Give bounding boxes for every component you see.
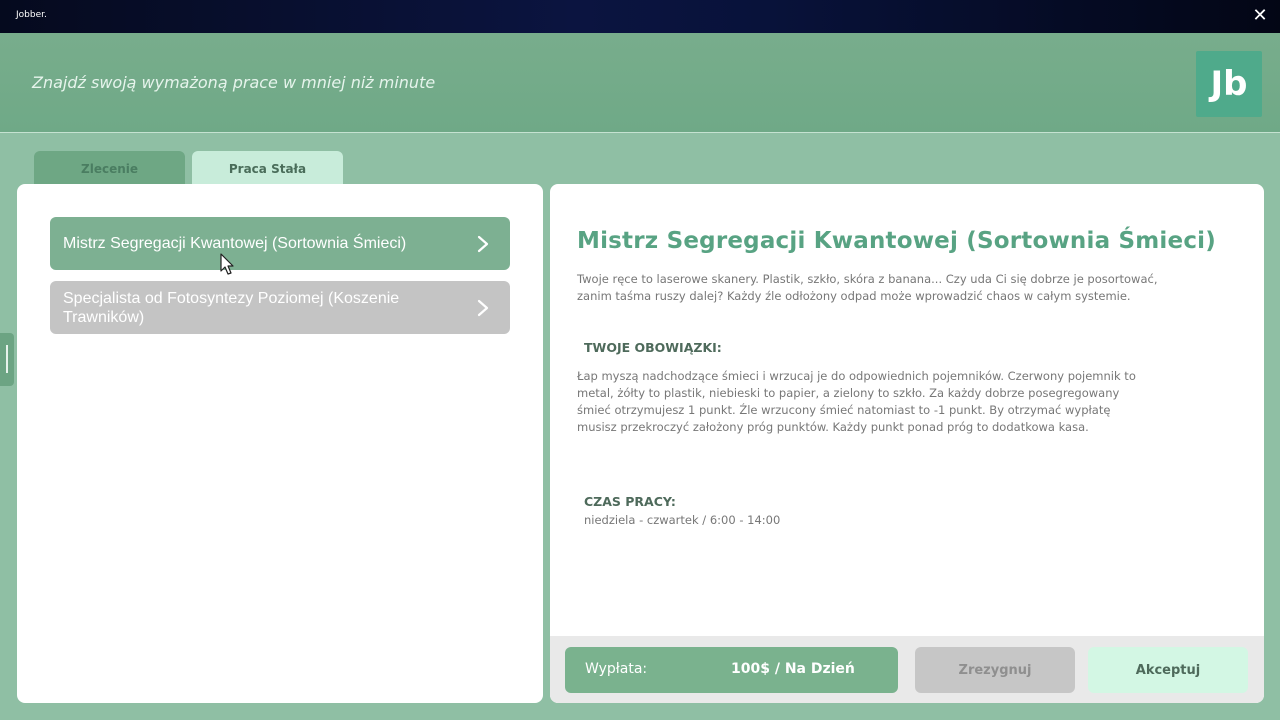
- job-detail-title: Mistrz Segregacji Kwantowej (Sortownia Ś…: [577, 228, 1216, 254]
- detail-footer: Wypłata: 100$ / Na Dzień Zrezygnuj Akcep…: [550, 636, 1264, 703]
- job-list-item-sortownia[interactable]: Mistrz Segregacji Kwantowej (Sortownia Ś…: [50, 217, 510, 270]
- job-detail-panel: Mistrz Segregacji Kwantowej (Sortownia Ś…: [550, 184, 1264, 703]
- window-titlebar: Jobber. ✕: [0, 0, 1280, 33]
- app-title: Jobber.: [16, 10, 47, 20]
- job-list-item-label: Mistrz Segregacji Kwantowej (Sortownia Ś…: [63, 235, 407, 252]
- tab-praca-stala[interactable]: Praca Stała: [192, 151, 343, 187]
- job-list-item-koszenie[interactable]: Specjalista od Fotosyntezy Poziomej (Kos…: [50, 281, 510, 334]
- app-header: Znajdź swoją wymażoną prace w mniej niż …: [0, 33, 1280, 133]
- chevron-right-icon: [477, 235, 489, 252]
- accept-button[interactable]: Akceptuj: [1088, 647, 1248, 693]
- job-list-item-label: Specjalista od Fotosyntezy Poziomej (Kos…: [63, 289, 400, 326]
- duties-heading: TWOJE OBOWIĄZKI:: [584, 340, 722, 355]
- duties-text: Łap myszą nadchodzące śmieci i wrzucaj j…: [577, 369, 1136, 434]
- handle-grip-icon: [6, 345, 8, 373]
- work-hours-heading: CZAS PRACY:: [584, 494, 676, 509]
- work-hours-text: niedziela - czwartek / 6:00 - 14:00: [584, 513, 781, 527]
- side-drawer-handle[interactable]: [0, 333, 14, 386]
- job-list-panel: Mistrz Segregacji Kwantowej (Sortownia Ś…: [17, 184, 543, 703]
- pay-label: Wypłata:: [585, 661, 648, 677]
- pay-value: 100$ / Na Dzień: [731, 661, 855, 677]
- job-description: Twoje ręce to laserowe skanery. Plastik,…: [577, 272, 1158, 303]
- jobber-logo: Jb: [1196, 51, 1262, 117]
- header-slogan: Znajdź swoją wymażoną prace w mniej niż …: [32, 73, 436, 92]
- pay-box: Wypłata: 100$ / Na Dzień: [565, 647, 898, 693]
- resign-button[interactable]: Zrezygnuj: [915, 647, 1075, 693]
- mouse-cursor-icon: [220, 253, 234, 275]
- close-icon[interactable]: ✕: [1248, 4, 1272, 28]
- chevron-right-icon: [477, 299, 489, 316]
- tab-zlecenie[interactable]: Zlecenie: [34, 151, 185, 187]
